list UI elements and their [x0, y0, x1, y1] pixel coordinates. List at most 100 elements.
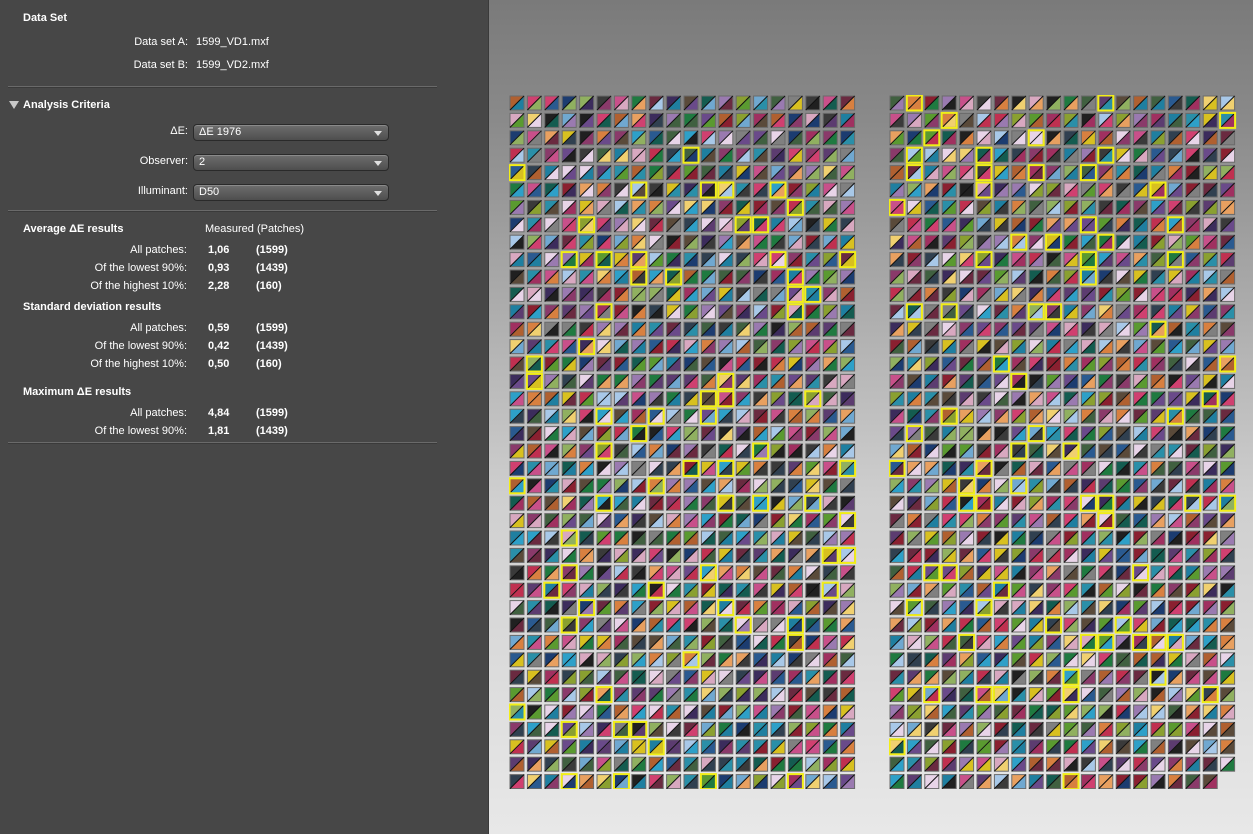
color-patch[interactable]: [1150, 234, 1166, 250]
color-patch[interactable]: [1028, 756, 1044, 772]
color-patch[interactable]: [993, 704, 1009, 720]
color-patch[interactable]: [735, 565, 751, 581]
color-patch[interactable]: [906, 234, 922, 250]
color-patch[interactable]: [958, 494, 976, 512]
color-patch[interactable]: [596, 460, 612, 476]
color-patch[interactable]: [648, 669, 664, 685]
color-patch[interactable]: [683, 269, 699, 285]
color-patch[interactable]: [1098, 669, 1114, 685]
color-patch[interactable]: [975, 459, 993, 477]
color-patch[interactable]: [1202, 513, 1218, 529]
color-patch[interactable]: [1220, 547, 1236, 563]
color-patch[interactable]: [561, 634, 577, 650]
color-patch[interactable]: [1149, 668, 1167, 686]
color-patch[interactable]: [1115, 669, 1131, 685]
color-patch[interactable]: [561, 356, 577, 372]
color-patch[interactable]: [666, 530, 682, 546]
color-patch[interactable]: [906, 321, 922, 337]
color-patch[interactable]: [959, 304, 975, 320]
color-patch[interactable]: [718, 269, 734, 285]
color-patch[interactable]: [1133, 721, 1149, 737]
color-patch[interactable]: [1028, 739, 1044, 755]
color-patch[interactable]: [718, 408, 734, 424]
color-patch[interactable]: [579, 199, 595, 215]
color-patch[interactable]: [631, 234, 647, 250]
color-patch[interactable]: [1046, 95, 1062, 111]
color-patch[interactable]: [700, 321, 716, 337]
color-patch[interactable]: [648, 95, 664, 111]
color-patch[interactable]: [1150, 739, 1166, 755]
color-patch[interactable]: [735, 321, 751, 337]
color-patch[interactable]: [753, 460, 769, 476]
color-patch[interactable]: [526, 426, 542, 442]
color-patch[interactable]: [1046, 756, 1062, 772]
color-patch[interactable]: [683, 321, 699, 337]
color-patch[interactable]: [976, 739, 992, 755]
color-patch[interactable]: [959, 165, 975, 181]
color-patch[interactable]: [1167, 478, 1183, 494]
color-patch[interactable]: [993, 391, 1009, 407]
color-patch[interactable]: [1080, 739, 1096, 755]
color-patch[interactable]: [1063, 652, 1079, 668]
color-patch[interactable]: [1202, 112, 1218, 128]
color-patch[interactable]: [648, 339, 664, 355]
color-patch[interactable]: [976, 530, 992, 546]
color-patch[interactable]: [544, 565, 560, 581]
color-patch[interactable]: [840, 687, 856, 703]
color-patch[interactable]: [753, 756, 769, 772]
color-patch[interactable]: [717, 181, 735, 199]
color-patch[interactable]: [993, 112, 1009, 128]
color-patch[interactable]: [1046, 687, 1062, 703]
color-patch[interactable]: [889, 513, 905, 529]
color-patch[interactable]: [821, 546, 839, 564]
color-patch[interactable]: [889, 165, 905, 181]
color-patch[interactable]: [1080, 356, 1096, 372]
color-patch[interactable]: [1028, 669, 1044, 685]
color-patch[interactable]: [889, 304, 905, 320]
color-patch[interactable]: [993, 339, 1009, 355]
color-patch[interactable]: [1115, 530, 1131, 546]
color-patch[interactable]: [1046, 217, 1062, 233]
color-patch[interactable]: [770, 704, 786, 720]
color-patch[interactable]: [526, 756, 542, 772]
color-patch[interactable]: [613, 112, 629, 128]
color-patch[interactable]: [822, 634, 838, 650]
color-patch[interactable]: [683, 687, 699, 703]
color-patch[interactable]: [770, 165, 786, 181]
color-patch[interactable]: [906, 286, 922, 302]
color-patch[interactable]: [596, 373, 612, 389]
color-patch[interactable]: [544, 530, 560, 546]
color-patch[interactable]: [666, 286, 682, 302]
color-patch[interactable]: [526, 478, 542, 494]
color-patch[interactable]: [1063, 495, 1079, 511]
color-patch[interactable]: [509, 321, 525, 337]
color-patch[interactable]: [1133, 217, 1149, 233]
color-patch[interactable]: [889, 234, 905, 250]
color-patch[interactable]: [1133, 269, 1149, 285]
color-patch[interactable]: [509, 286, 525, 302]
color-patch[interactable]: [753, 478, 769, 494]
color-patch[interactable]: [648, 391, 664, 407]
color-patch[interactable]: [1115, 652, 1131, 668]
color-patch[interactable]: [1133, 530, 1149, 546]
color-patch[interactable]: [993, 408, 1009, 424]
color-patch[interactable]: [1063, 304, 1079, 320]
color-patch[interactable]: [941, 530, 957, 546]
color-patch[interactable]: [941, 774, 957, 789]
color-patch[interactable]: [509, 547, 525, 563]
color-patch[interactable]: [1220, 269, 1236, 285]
color-patch[interactable]: [805, 634, 821, 650]
color-patch[interactable]: [544, 356, 560, 372]
color-patch[interactable]: [718, 547, 734, 563]
color-patch[interactable]: [805, 478, 821, 494]
color-patch[interactable]: [1011, 756, 1027, 772]
color-patch[interactable]: [1150, 252, 1166, 268]
color-patch[interactable]: [630, 181, 648, 199]
color-patch[interactable]: [561, 669, 577, 685]
color-patch[interactable]: [1202, 165, 1218, 181]
color-patch[interactable]: [924, 530, 940, 546]
color-patch[interactable]: [787, 704, 803, 720]
color-patch[interactable]: [1080, 704, 1096, 720]
color-patch[interactable]: [579, 130, 595, 146]
color-patch[interactable]: [544, 652, 560, 668]
